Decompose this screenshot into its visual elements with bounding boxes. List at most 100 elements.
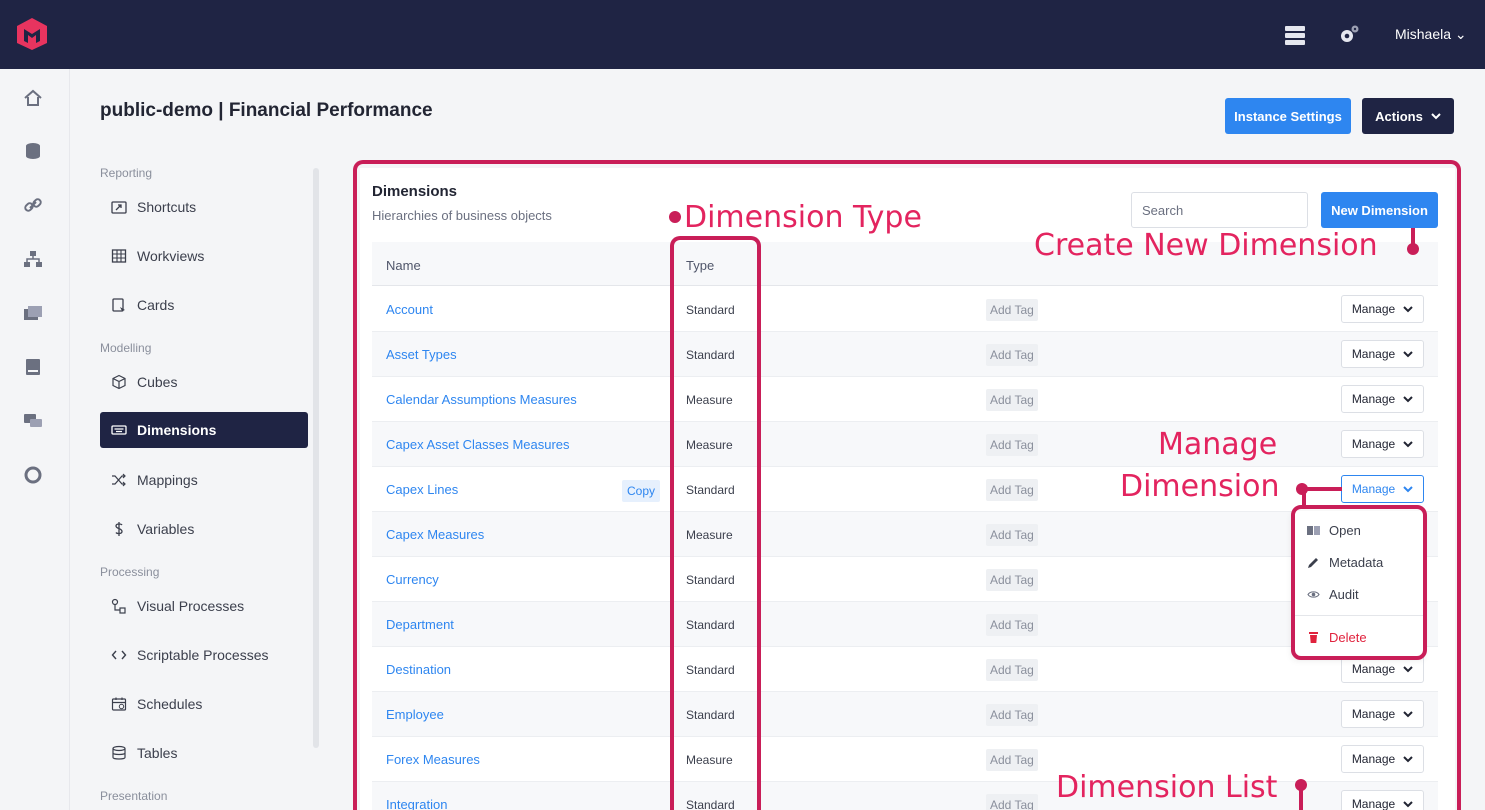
database-icon[interactable] bbox=[23, 141, 43, 161]
manage-label: Manage bbox=[1351, 662, 1396, 676]
dimension-name-link[interactable]: Capex Lines bbox=[386, 482, 458, 497]
dollar-icon bbox=[115, 522, 123, 536]
dimension-name-link[interactable]: Capex Measures bbox=[386, 527, 484, 542]
sidebar-item-visual-processes[interactable]: Visual Processes bbox=[100, 588, 308, 624]
column-header-type[interactable]: Type bbox=[686, 258, 714, 273]
manage-button[interactable]: Manage bbox=[1341, 790, 1424, 810]
search-input[interactable] bbox=[1131, 192, 1308, 228]
link-icon[interactable] bbox=[23, 195, 43, 215]
sidebar-scrollbar[interactable] bbox=[313, 168, 319, 748]
manage-button[interactable]: Manage bbox=[1341, 745, 1424, 773]
instance-settings-button[interactable]: Instance Settings bbox=[1225, 98, 1351, 134]
add-tag-button[interactable]: Add Tag bbox=[986, 659, 1038, 681]
sidebar-item-label: Scriptable Processes bbox=[137, 647, 269, 663]
add-tag-button[interactable]: Add Tag bbox=[986, 389, 1038, 411]
table-row: Capex Asset Classes Measures Measure Add T… bbox=[372, 422, 1438, 467]
dimension-name-link[interactable]: Currency bbox=[386, 572, 439, 587]
manage-button[interactable]: Manage bbox=[1341, 655, 1424, 683]
menu-item-audit[interactable]: Audit bbox=[1307, 587, 1359, 602]
table-row: Employee Standard Add Tag Manage bbox=[372, 692, 1438, 737]
dimension-type: Standard bbox=[686, 573, 735, 587]
sidebar-item-label: Schedules bbox=[137, 696, 203, 712]
dimension-name-link[interactable]: Asset Types bbox=[386, 347, 457, 362]
annotation-connector bbox=[1302, 487, 1306, 507]
manage-button[interactable]: Manage bbox=[1341, 385, 1424, 413]
add-tag-button[interactable]: Add Tag bbox=[986, 794, 1038, 810]
manage-button[interactable]: Manage bbox=[1341, 295, 1424, 323]
copy-button[interactable]: Copy bbox=[622, 480, 661, 502]
sidebar-item-mappings[interactable]: Mappings bbox=[100, 462, 308, 498]
table-row: Department Standard Add Tag bbox=[372, 602, 1438, 647]
add-tag-button[interactable]: Add Tag bbox=[986, 344, 1038, 366]
dimension-name-link[interactable]: Forex Measures bbox=[386, 752, 480, 767]
manage-button[interactable]: Manage bbox=[1341, 340, 1424, 368]
sidebar-item-workviews[interactable]: Workviews bbox=[100, 238, 308, 274]
manage-label: Manage bbox=[1351, 392, 1396, 406]
settings-gears-icon[interactable] bbox=[1338, 24, 1360, 46]
dimension-type: Measure bbox=[686, 438, 733, 452]
menu-item-open[interactable]: Open bbox=[1307, 523, 1361, 538]
dimension-name-link[interactable]: Account bbox=[386, 302, 433, 317]
manage-button[interactable]: Manage bbox=[1341, 700, 1424, 728]
chevron-down-icon bbox=[1403, 666, 1413, 673]
sidebar-item-scriptable-processes[interactable]: Scriptable Processes bbox=[100, 637, 308, 673]
menu-item-label: Metadata bbox=[1329, 555, 1384, 570]
dimension-type: Standard bbox=[686, 618, 735, 632]
sidebar-item-shortcuts[interactable]: Shortcuts bbox=[100, 189, 308, 225]
sidebar-item-cubes[interactable]: Cubes bbox=[100, 364, 308, 400]
sidebar-item-variables[interactable]: Variables bbox=[100, 511, 308, 547]
keyboard-icon bbox=[111, 425, 127, 435]
dimension-name-link[interactable]: Department bbox=[386, 617, 454, 632]
sidebar-item-dimensions[interactable]: Dimensions bbox=[100, 412, 308, 448]
sidebar-item-label: Cards bbox=[137, 297, 175, 313]
add-tag-button[interactable]: Add Tag bbox=[986, 614, 1038, 636]
sidebar-item-schedules[interactable]: Schedules bbox=[100, 686, 308, 722]
menu-item-metadata[interactable]: Metadata bbox=[1307, 555, 1383, 570]
top-bar: Mishaela ⌄ bbox=[0, 0, 1485, 69]
dimension-name-link[interactable]: Employee bbox=[386, 707, 444, 722]
dimension-name-link[interactable]: Destination bbox=[386, 662, 451, 677]
code-icon bbox=[111, 650, 127, 660]
dimension-name-link[interactable]: Calendar Assumptions Measures bbox=[386, 392, 577, 407]
pencil-icon bbox=[1308, 558, 1318, 568]
dimension-name-link[interactable]: Integration bbox=[386, 797, 447, 810]
book-icon[interactable] bbox=[23, 357, 43, 377]
user-menu[interactable]: Mishaela ⌄ bbox=[1395, 26, 1467, 43]
add-tag-button[interactable]: Add Tag bbox=[986, 749, 1038, 771]
add-tag-button[interactable]: Add Tag bbox=[986, 704, 1038, 726]
chevron-down-icon bbox=[1431, 113, 1441, 120]
dimension-type: Standard bbox=[686, 348, 735, 362]
add-tag-button[interactable]: Add Tag bbox=[986, 479, 1038, 501]
menu-item-delete[interactable]: Delete bbox=[1307, 630, 1367, 645]
add-tag-button[interactable]: Add Tag bbox=[986, 299, 1038, 321]
app-logo[interactable] bbox=[14, 16, 50, 52]
annotation-create-new-dimension: Create New Dimension bbox=[1034, 228, 1378, 263]
dimension-name-link[interactable]: Capex Asset Classes Measures bbox=[386, 437, 570, 452]
sidebar-item-tables[interactable]: Tables bbox=[100, 735, 308, 771]
hierarchy-icon[interactable] bbox=[23, 249, 43, 269]
folders-icon[interactable] bbox=[23, 303, 43, 323]
add-tag-button[interactable]: Add Tag bbox=[986, 434, 1038, 456]
new-dimension-button[interactable]: New Dimension bbox=[1321, 192, 1438, 228]
server-icon[interactable] bbox=[1284, 24, 1306, 46]
add-tag-button[interactable]: Add Tag bbox=[986, 569, 1038, 591]
help-lifebuoy-icon[interactable] bbox=[23, 465, 43, 485]
annotation-connector bbox=[1302, 487, 1342, 491]
sidebar-item-label: Variables bbox=[137, 521, 195, 537]
annotation-dimension-list: Dimension List bbox=[1056, 770, 1278, 805]
manage-button[interactable]: Manage bbox=[1341, 475, 1424, 503]
page-title: public-demo | Financial Performance bbox=[100, 100, 433, 121]
manage-label: Manage bbox=[1351, 347, 1396, 361]
sidebar-item-cards[interactable]: Cards bbox=[100, 287, 308, 323]
shortcut-icon bbox=[111, 201, 127, 214]
chat-icon[interactable] bbox=[23, 411, 43, 431]
manage-button[interactable]: Manage bbox=[1341, 430, 1424, 458]
actions-button[interactable]: Actions bbox=[1362, 98, 1454, 134]
home-icon[interactable] bbox=[23, 88, 43, 108]
column-header-name[interactable]: Name bbox=[386, 258, 421, 273]
table-row: Account Standard Add Tag Manage bbox=[372, 287, 1438, 332]
add-tag-button[interactable]: Add Tag bbox=[986, 524, 1038, 546]
menu-item-label: Audit bbox=[1329, 587, 1359, 602]
manage-label: Manage bbox=[1351, 302, 1396, 316]
sidebar-item-label: Cubes bbox=[137, 374, 178, 390]
